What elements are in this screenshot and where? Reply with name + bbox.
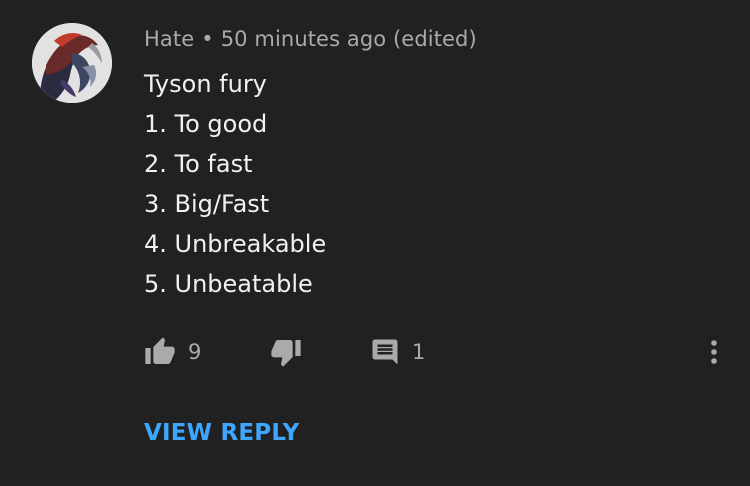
comment-actions: 9 1 xyxy=(0,332,750,372)
thumb-up-icon xyxy=(145,337,175,364)
like-count: 9 xyxy=(188,340,202,364)
more-vertical-icon xyxy=(711,340,717,364)
avatar-image xyxy=(32,23,112,103)
comment-line: 2. To fast xyxy=(144,150,253,178)
comment-line: Tyson fury xyxy=(144,70,267,98)
separator-dot: • xyxy=(201,27,214,51)
comment-header: Hate • 50 minutes ago (edited) xyxy=(144,27,477,51)
comment-text: Tyson fury 1. To good 2. To fast 3. Big/… xyxy=(144,64,326,304)
like-button[interactable]: 9 xyxy=(144,332,201,372)
reply-count: 1 xyxy=(412,340,426,364)
thumb-down-icon xyxy=(271,340,301,367)
comment-icon xyxy=(372,339,398,365)
avatar[interactable] xyxy=(32,23,112,103)
comment-line: 5. Unbeatable xyxy=(144,270,313,298)
view-reply-button[interactable]: VIEW REPLY xyxy=(144,420,299,446)
comment-line: 3. Big/Fast xyxy=(144,190,270,218)
comment-timestamp: 50 minutes ago (edited) xyxy=(220,27,477,51)
author-name[interactable]: Hate xyxy=(144,27,194,51)
comment-card: Hate • 50 minutes ago (edited) Tyson fury … xyxy=(0,0,750,486)
comment-line: 1. To good xyxy=(144,110,268,138)
more-options-button[interactable] xyxy=(702,332,726,372)
reply-button[interactable]: 1 xyxy=(370,332,425,372)
dislike-button[interactable] xyxy=(270,332,302,372)
comment-line: 4. Unbreakable xyxy=(144,230,327,258)
